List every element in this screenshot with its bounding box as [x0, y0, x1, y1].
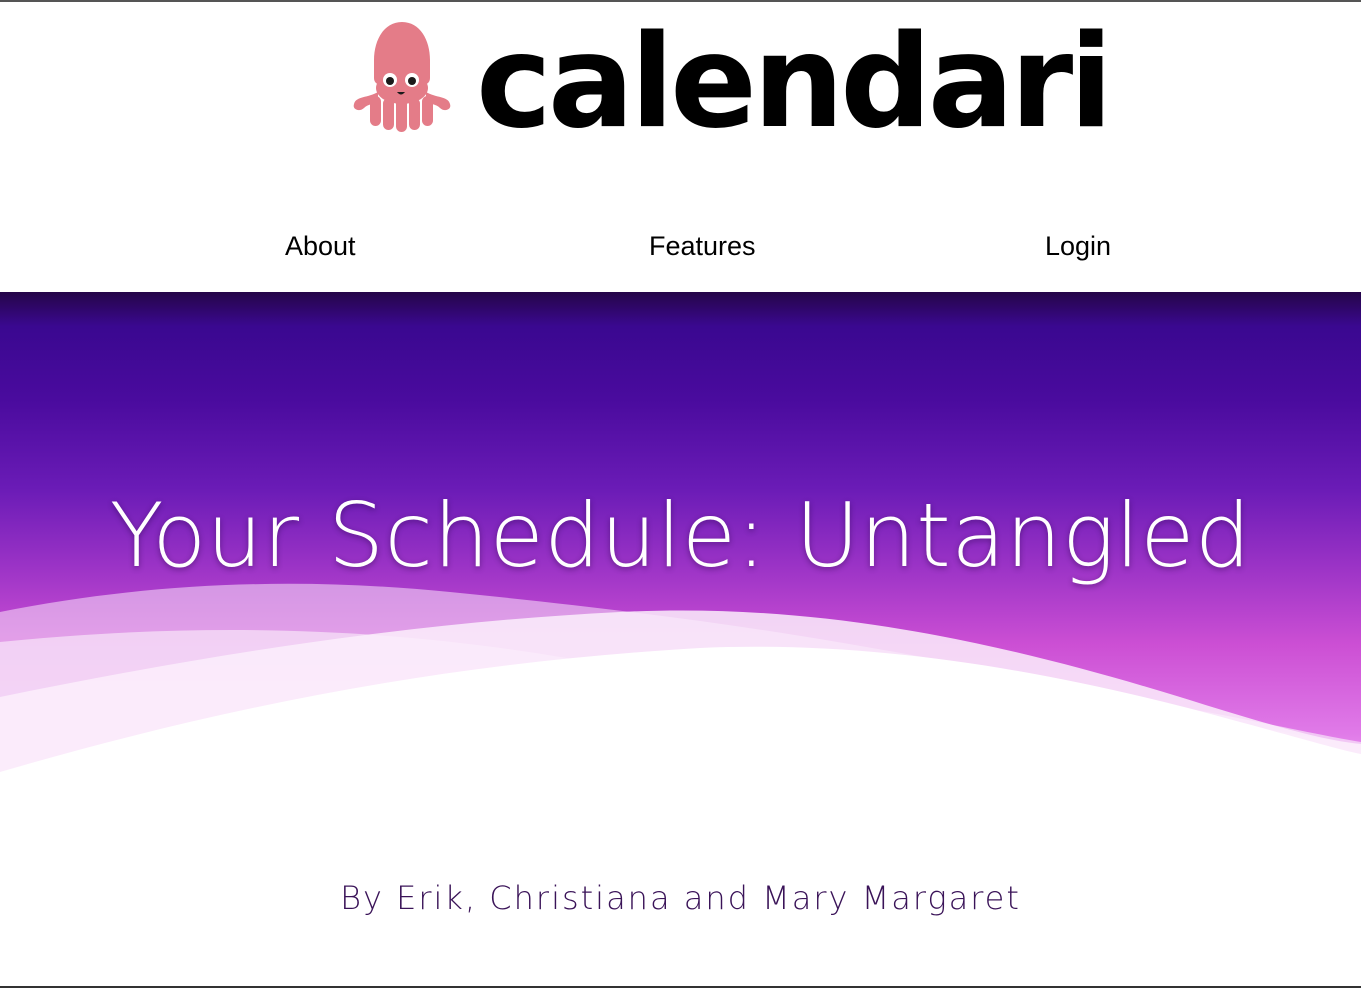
squid-icon: [353, 22, 451, 132]
brand-logo[interactable]: calendari: [350, 8, 1113, 158]
nav-login[interactable]: Login: [1045, 224, 1111, 268]
nav-features[interactable]: Features: [649, 224, 756, 268]
brand-wordmark: calendari: [476, 8, 1113, 157]
hero-banner: Your Schedule: Untangled: [0, 292, 1361, 782]
hero-title: Your Schedule: Untangled: [109, 483, 1252, 587]
nav-about[interactable]: About: [285, 224, 356, 268]
page: calendari About Features Login Your Sche…: [0, 0, 1361, 988]
credits-text: By Erik, Christiana and Mary Margaret: [340, 879, 1021, 917]
main-nav: About Features Login: [0, 224, 1361, 268]
site-header: calendari About Features Login: [0, 2, 1361, 292]
